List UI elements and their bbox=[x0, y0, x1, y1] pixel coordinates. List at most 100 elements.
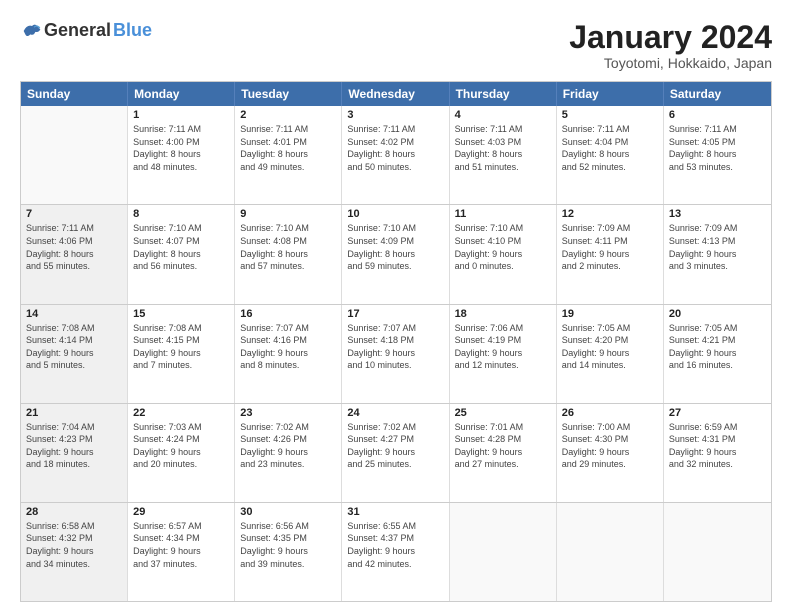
weekday-header: Thursday bbox=[450, 82, 557, 106]
day-number: 11 bbox=[455, 208, 551, 220]
calendar-cell: 6Sunrise: 7:11 AM Sunset: 4:05 PM Daylig… bbox=[664, 106, 771, 204]
day-info: Sunrise: 7:07 AM Sunset: 4:18 PM Dayligh… bbox=[347, 322, 443, 372]
day-number: 25 bbox=[455, 407, 551, 419]
day-number: 4 bbox=[455, 109, 551, 121]
calendar-row: 21Sunrise: 7:04 AM Sunset: 4:23 PM Dayli… bbox=[21, 403, 771, 502]
calendar-cell: 9 Sunrise: 7:10 AM Sunset: 4:08 PM Daylig… bbox=[235, 205, 342, 303]
weekday-header: Sunday bbox=[21, 82, 128, 106]
calendar-cell: 25Sunrise: 7:01 AM Sunset: 4:28 PM Dayli… bbox=[450, 404, 557, 502]
calendar-cell: 1 Sunrise: 7:11 AM Sunset: 4:00 PM Daylig… bbox=[128, 106, 235, 204]
day-number: 12 bbox=[562, 208, 658, 220]
day-number: 7 bbox=[26, 208, 122, 220]
day-info: Sunrise: 7:11 AM Sunset: 4:01 PM Dayligh… bbox=[240, 123, 336, 173]
day-number: 8 bbox=[133, 208, 229, 220]
calendar-cell: 26 Sunrise: 7:00 AM Sunset: 4:30 PM Dayli… bbox=[557, 404, 664, 502]
calendar-body: 1 Sunrise: 7:11 AM Sunset: 4:00 PM Daylig… bbox=[21, 106, 771, 601]
day-number: 2 bbox=[240, 109, 336, 121]
day-number: 29 bbox=[133, 506, 229, 518]
day-info: Sunrise: 7:04 AM Sunset: 4:23 PM Dayligh… bbox=[26, 421, 122, 471]
day-info: Sunrise: 7:11 AM Sunset: 4:00 PM Dayligh… bbox=[133, 123, 229, 173]
calendar-cell: 21Sunrise: 7:04 AM Sunset: 4:23 PM Dayli… bbox=[21, 404, 128, 502]
calendar: SundayMondayTuesdayWednesdayThursdayFrid… bbox=[20, 81, 772, 602]
day-number: 1 bbox=[133, 109, 229, 121]
day-info: Sunrise: 7:02 AM Sunset: 4:26 PM Dayligh… bbox=[240, 421, 336, 471]
calendar-cell: 20 Sunrise: 7:05 AM Sunset: 4:21 PM Dayli… bbox=[664, 305, 771, 403]
calendar-cell: 4 Sunrise: 7:11 AM Sunset: 4:03 PM Daylig… bbox=[450, 106, 557, 204]
calendar-cell: 31 Sunrise: 6:55 AM Sunset: 4:37 PM Dayli… bbox=[342, 503, 449, 601]
calendar-cell bbox=[450, 503, 557, 601]
day-info: Sunrise: 7:07 AM Sunset: 4:16 PM Dayligh… bbox=[240, 322, 336, 372]
day-info: Sunrise: 7:11 AM Sunset: 4:06 PM Dayligh… bbox=[26, 222, 122, 272]
calendar-row: 7 Sunrise: 7:11 AM Sunset: 4:06 PM Daylig… bbox=[21, 204, 771, 303]
title-block: January 2024 Toyotomi, Hokkaido, Japan bbox=[569, 20, 772, 71]
day-info: Sunrise: 7:11 AM Sunset: 4:04 PM Dayligh… bbox=[562, 123, 658, 173]
calendar-cell: 29 Sunrise: 6:57 AM Sunset: 4:34 PM Dayli… bbox=[128, 503, 235, 601]
day-info: Sunrise: 7:03 AM Sunset: 4:24 PM Dayligh… bbox=[133, 421, 229, 471]
day-info: Sunrise: 7:08 AM Sunset: 4:14 PM Dayligh… bbox=[26, 322, 122, 372]
calendar-cell: 5 Sunrise: 7:11 AM Sunset: 4:04 PM Daylig… bbox=[557, 106, 664, 204]
calendar-cell: 14 Sunrise: 7:08 AM Sunset: 4:14 PM Dayli… bbox=[21, 305, 128, 403]
day-number: 15 bbox=[133, 308, 229, 320]
day-number: 22 bbox=[133, 407, 229, 419]
day-info: Sunrise: 7:09 AM Sunset: 4:13 PM Dayligh… bbox=[669, 222, 766, 272]
day-number: 31 bbox=[347, 506, 443, 518]
calendar-cell bbox=[21, 106, 128, 204]
day-info: Sunrise: 7:11 AM Sunset: 4:02 PM Dayligh… bbox=[347, 123, 443, 173]
calendar-cell: 18Sunrise: 7:06 AM Sunset: 4:19 PM Dayli… bbox=[450, 305, 557, 403]
calendar-row: 1 Sunrise: 7:11 AM Sunset: 4:00 PM Daylig… bbox=[21, 106, 771, 204]
day-number: 24 bbox=[347, 407, 443, 419]
logo-icon bbox=[22, 21, 42, 41]
calendar-cell: 22 Sunrise: 7:03 AM Sunset: 4:24 PM Dayli… bbox=[128, 404, 235, 502]
day-number: 18 bbox=[455, 308, 551, 320]
day-info: Sunrise: 7:11 AM Sunset: 4:05 PM Dayligh… bbox=[669, 123, 766, 173]
logo-blue-text: Blue bbox=[113, 20, 152, 41]
day-info: Sunrise: 7:05 AM Sunset: 4:21 PM Dayligh… bbox=[669, 322, 766, 372]
calendar-cell: 12 Sunrise: 7:09 AM Sunset: 4:11 PM Dayli… bbox=[557, 205, 664, 303]
calendar-cell: 16Sunrise: 7:07 AM Sunset: 4:16 PM Dayli… bbox=[235, 305, 342, 403]
day-number: 19 bbox=[562, 308, 658, 320]
day-info: Sunrise: 6:57 AM Sunset: 4:34 PM Dayligh… bbox=[133, 520, 229, 570]
calendar-cell: 23 Sunrise: 7:02 AM Sunset: 4:26 PM Dayli… bbox=[235, 404, 342, 502]
day-info: Sunrise: 7:10 AM Sunset: 4:09 PM Dayligh… bbox=[347, 222, 443, 272]
day-info: Sunrise: 6:59 AM Sunset: 4:31 PM Dayligh… bbox=[669, 421, 766, 471]
calendar-cell: 15 Sunrise: 7:08 AM Sunset: 4:15 PM Dayli… bbox=[128, 305, 235, 403]
calendar-cell bbox=[557, 503, 664, 601]
month-title: January 2024 bbox=[569, 20, 772, 55]
logo: GeneralBlue bbox=[20, 20, 152, 41]
day-number: 13 bbox=[669, 208, 766, 220]
day-info: Sunrise: 7:10 AM Sunset: 4:10 PM Dayligh… bbox=[455, 222, 551, 272]
calendar-row: 14 Sunrise: 7:08 AM Sunset: 4:14 PM Dayli… bbox=[21, 304, 771, 403]
calendar-cell: 24 Sunrise: 7:02 AM Sunset: 4:27 PM Dayli… bbox=[342, 404, 449, 502]
weekday-header: Saturday bbox=[664, 82, 771, 106]
calendar-row: 28Sunrise: 6:58 AM Sunset: 4:32 PM Dayli… bbox=[21, 502, 771, 601]
day-info: Sunrise: 7:11 AM Sunset: 4:03 PM Dayligh… bbox=[455, 123, 551, 173]
day-number: 14 bbox=[26, 308, 122, 320]
calendar-cell: 2 Sunrise: 7:11 AM Sunset: 4:01 PM Daylig… bbox=[235, 106, 342, 204]
day-number: 30 bbox=[240, 506, 336, 518]
location-title: Toyotomi, Hokkaido, Japan bbox=[569, 55, 772, 71]
day-info: Sunrise: 7:08 AM Sunset: 4:15 PM Dayligh… bbox=[133, 322, 229, 372]
calendar-cell: 19 Sunrise: 7:05 AM Sunset: 4:20 PM Dayli… bbox=[557, 305, 664, 403]
weekday-header: Wednesday bbox=[342, 82, 449, 106]
calendar-cell: 7 Sunrise: 7:11 AM Sunset: 4:06 PM Daylig… bbox=[21, 205, 128, 303]
header: GeneralBlue January 2024 Toyotomi, Hokka… bbox=[20, 20, 772, 71]
calendar-cell: 27Sunrise: 6:59 AM Sunset: 4:31 PM Dayli… bbox=[664, 404, 771, 502]
calendar-cell: 17Sunrise: 7:07 AM Sunset: 4:18 PM Dayli… bbox=[342, 305, 449, 403]
day-number: 26 bbox=[562, 407, 658, 419]
day-number: 9 bbox=[240, 208, 336, 220]
weekday-header: Monday bbox=[128, 82, 235, 106]
weekday-header: Friday bbox=[557, 82, 664, 106]
day-number: 23 bbox=[240, 407, 336, 419]
day-info: Sunrise: 7:05 AM Sunset: 4:20 PM Dayligh… bbox=[562, 322, 658, 372]
day-info: Sunrise: 6:55 AM Sunset: 4:37 PM Dayligh… bbox=[347, 520, 443, 570]
day-info: Sunrise: 7:00 AM Sunset: 4:30 PM Dayligh… bbox=[562, 421, 658, 471]
day-number: 3 bbox=[347, 109, 443, 121]
page: GeneralBlue January 2024 Toyotomi, Hokka… bbox=[0, 0, 792, 612]
day-info: Sunrise: 7:09 AM Sunset: 4:11 PM Dayligh… bbox=[562, 222, 658, 272]
day-number: 20 bbox=[669, 308, 766, 320]
day-info: Sunrise: 7:10 AM Sunset: 4:08 PM Dayligh… bbox=[240, 222, 336, 272]
day-number: 5 bbox=[562, 109, 658, 121]
day-info: Sunrise: 7:02 AM Sunset: 4:27 PM Dayligh… bbox=[347, 421, 443, 471]
day-number: 10 bbox=[347, 208, 443, 220]
logo-general-text: General bbox=[44, 20, 111, 41]
